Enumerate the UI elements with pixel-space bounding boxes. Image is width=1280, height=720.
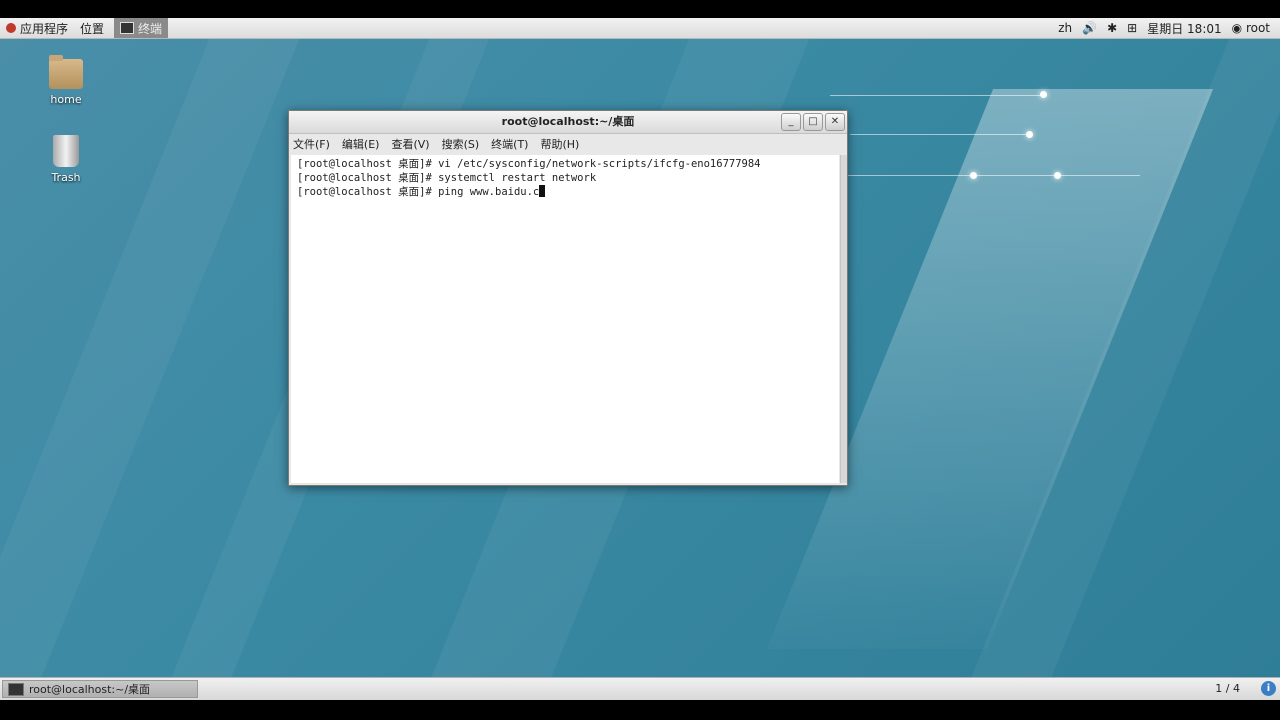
network-icon[interactable]: ⊞ [1127, 21, 1137, 35]
terminal-line: [root@localhost 桌面]# vi /etc/sysconfig/n… [297, 158, 761, 170]
redhat-icon [6, 23, 16, 33]
minimize-button[interactable]: _ [781, 113, 801, 131]
desktop-icon-label: home [50, 93, 82, 106]
close-button[interactable]: ✕ [825, 113, 845, 131]
top-panel: 应用程序 位置 终端 zh 🔊 ✱ ⊞ 星期日 18:01 ◉ root [0, 18, 1280, 39]
terminal-scrollbar[interactable] [840, 155, 847, 483]
menu-file[interactable]: 文件(F) [293, 136, 330, 152]
terminal-task-label: 终端 [138, 21, 163, 36]
bluetooth-icon[interactable]: ✱ [1107, 21, 1117, 35]
menu-search[interactable]: 搜索(S) [442, 136, 480, 152]
taskbar-item-label: root@localhost:~/桌面 [29, 683, 151, 696]
volume-icon[interactable]: 🔊 [1082, 21, 1097, 35]
menu-help[interactable]: 帮助(H) [540, 136, 579, 152]
desktop-icon-trash[interactable]: Trash [31, 135, 101, 184]
terminal-icon [8, 682, 24, 696]
terminal-line-current: [root@localhost 桌面]# ping www.baidu.c [297, 185, 839, 199]
menu-edit[interactable]: 编辑(E) [342, 136, 380, 152]
maximize-button[interactable]: □ [803, 113, 823, 131]
places-menu[interactable]: 位置 [74, 18, 110, 38]
trash-icon [53, 135, 79, 167]
taskbar-item-terminal[interactable]: root@localhost:~/桌面 [2, 680, 198, 698]
terminal-line: [root@localhost 桌面]# ping www.baidu.c [297, 186, 540, 198]
window-title: root@localhost:~/桌面 [501, 115, 635, 128]
places-label: 位置 [80, 21, 105, 36]
home-folder-icon [49, 55, 83, 89]
applications-menu[interactable]: 应用程序 [0, 18, 74, 38]
clock[interactable]: 星期日 18:01 [1147, 20, 1221, 37]
status-area: zh 🔊 ✱ ⊞ 星期日 18:01 ◉ root [1058, 20, 1280, 37]
terminal-task-button[interactable]: 终端 [114, 18, 169, 38]
terminal-icon [120, 22, 135, 34]
bottom-panel: root@localhost:~/桌面 1 / 4 i [0, 677, 1280, 700]
notification-icon[interactable]: i [1261, 681, 1276, 696]
desktop-icon-label: Trash [51, 171, 81, 184]
terminal-line: [root@localhost 桌面]# systemctl restart n… [297, 172, 597, 184]
workspace-indicator[interactable]: 1 / 4 [1215, 682, 1240, 695]
user-name: root [1245, 21, 1270, 35]
terminal-menubar: 文件(F) 编辑(E) 查看(V) 搜索(S) 终端(T) 帮助(H) [289, 134, 847, 154]
terminal-window[interactable]: root@localhost:~/桌面 _ □ ✕ 文件(F) 编辑(E) 查看… [288, 110, 848, 486]
text-cursor [539, 185, 546, 197]
user-menu[interactable]: ◉ root [1232, 21, 1270, 35]
window-controls: _ □ ✕ [781, 113, 845, 131]
input-method-indicator[interactable]: zh [1058, 21, 1072, 35]
menu-terminal[interactable]: 终端(T) [491, 136, 528, 152]
menu-view[interactable]: 查看(V) [391, 136, 429, 152]
applications-label: 应用程序 [20, 21, 69, 36]
terminal-output[interactable]: [root@localhost 桌面]# vi /etc/sysconfig/n… [291, 155, 839, 483]
window-titlebar[interactable]: root@localhost:~/桌面 _ □ ✕ [289, 111, 847, 134]
desktop-icon-home[interactable]: home [31, 55, 101, 106]
